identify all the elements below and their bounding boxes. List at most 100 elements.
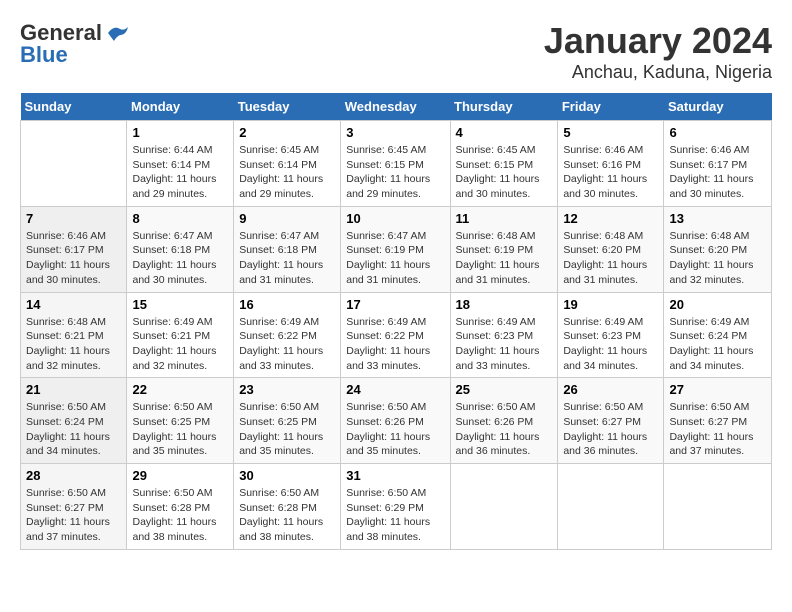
day-number: 27 bbox=[669, 382, 766, 397]
day-number: 14 bbox=[26, 297, 121, 312]
day-detail: Sunrise: 6:48 AM Sunset: 6:20 PM Dayligh… bbox=[669, 229, 766, 288]
weekday-header-wednesday: Wednesday bbox=[341, 93, 450, 121]
calendar-cell: 19 Sunrise: 6:49 AM Sunset: 6:23 PM Dayli… bbox=[558, 292, 664, 378]
day-detail: Sunrise: 6:50 AM Sunset: 6:26 PM Dayligh… bbox=[456, 400, 553, 459]
day-number: 3 bbox=[346, 125, 444, 140]
weekday-header-tuesday: Tuesday bbox=[234, 93, 341, 121]
calendar-cell: 7Sunrise: 6:46 AM Sunset: 6:17 PM Daylig… bbox=[21, 206, 127, 292]
day-detail: Sunrise: 6:47 AM Sunset: 6:18 PM Dayligh… bbox=[132, 229, 228, 288]
day-detail: Sunrise: 6:44 AM Sunset: 6:14 PM Dayligh… bbox=[132, 143, 228, 202]
calendar-cell bbox=[558, 464, 664, 550]
day-number: 29 bbox=[132, 468, 228, 483]
day-detail: Sunrise: 6:45 AM Sunset: 6:15 PM Dayligh… bbox=[346, 143, 444, 202]
calendar-cell bbox=[664, 464, 772, 550]
day-detail: Sunrise: 6:48 AM Sunset: 6:19 PM Dayligh… bbox=[456, 229, 553, 288]
day-number: 20 bbox=[669, 297, 766, 312]
calendar-week-row: 7Sunrise: 6:46 AM Sunset: 6:17 PM Daylig… bbox=[21, 206, 772, 292]
calendar-cell: 16 Sunrise: 6:49 AM Sunset: 6:22 PM Dayli… bbox=[234, 292, 341, 378]
day-detail: Sunrise: 6:49 AM Sunset: 6:22 PM Dayligh… bbox=[346, 315, 444, 374]
day-number: 15 bbox=[132, 297, 228, 312]
day-detail: Sunrise: 6:45 AM Sunset: 6:14 PM Dayligh… bbox=[239, 143, 335, 202]
calendar-week-row: 14Sunrise: 6:48 AM Sunset: 6:21 PM Dayli… bbox=[21, 292, 772, 378]
weekday-header-saturday: Saturday bbox=[664, 93, 772, 121]
calendar-cell: 8 Sunrise: 6:47 AM Sunset: 6:18 PM Daylig… bbox=[127, 206, 234, 292]
day-number: 13 bbox=[669, 211, 766, 226]
day-number: 7 bbox=[26, 211, 121, 226]
calendar-cell: 29 Sunrise: 6:50 AM Sunset: 6:28 PM Dayli… bbox=[127, 464, 234, 550]
page-header: General Blue January 2024 Anchau, Kaduna… bbox=[20, 20, 772, 83]
calendar-cell: 26Sunrise: 6:50 AM Sunset: 6:27 PM Dayli… bbox=[558, 378, 664, 464]
title-block: January 2024 Anchau, Kaduna, Nigeria bbox=[544, 20, 772, 83]
calendar-cell: 23 Sunrise: 6:50 AM Sunset: 6:25 PM Dayli… bbox=[234, 378, 341, 464]
day-number: 30 bbox=[239, 468, 335, 483]
calendar-cell: 28 Sunrise: 6:50 AM Sunset: 6:27 PM Dayli… bbox=[21, 464, 127, 550]
calendar-cell: 9 Sunrise: 6:47 AM Sunset: 6:18 PM Daylig… bbox=[234, 206, 341, 292]
weekday-header-friday: Friday bbox=[558, 93, 664, 121]
day-detail: Sunrise: 6:46 AM Sunset: 6:17 PM Dayligh… bbox=[669, 143, 766, 202]
calendar-cell: 14Sunrise: 6:48 AM Sunset: 6:21 PM Dayli… bbox=[21, 292, 127, 378]
calendar-cell: 22 Sunrise: 6:50 AM Sunset: 6:25 PM Dayli… bbox=[127, 378, 234, 464]
calendar-week-row: 1 Sunrise: 6:44 AM Sunset: 6:14 PM Daylig… bbox=[21, 121, 772, 207]
calendar-cell: 3 Sunrise: 6:45 AM Sunset: 6:15 PM Daylig… bbox=[341, 121, 450, 207]
day-number: 19 bbox=[563, 297, 658, 312]
day-detail: Sunrise: 6:46 AM Sunset: 6:16 PM Dayligh… bbox=[563, 143, 658, 202]
day-detail: Sunrise: 6:50 AM Sunset: 6:28 PM Dayligh… bbox=[239, 486, 335, 545]
day-number: 4 bbox=[456, 125, 553, 140]
day-number: 22 bbox=[132, 382, 228, 397]
calendar-cell: 20Sunrise: 6:49 AM Sunset: 6:24 PM Dayli… bbox=[664, 292, 772, 378]
page-subtitle: Anchau, Kaduna, Nigeria bbox=[544, 62, 772, 83]
calendar-cell: 27 Sunrise: 6:50 AM Sunset: 6:27 PM Dayli… bbox=[664, 378, 772, 464]
day-detail: Sunrise: 6:50 AM Sunset: 6:25 PM Dayligh… bbox=[132, 400, 228, 459]
day-number: 1 bbox=[132, 125, 228, 140]
day-detail: Sunrise: 6:45 AM Sunset: 6:15 PM Dayligh… bbox=[456, 143, 553, 202]
day-detail: Sunrise: 6:50 AM Sunset: 6:29 PM Dayligh… bbox=[346, 486, 444, 545]
calendar-week-row: 28 Sunrise: 6:50 AM Sunset: 6:27 PM Dayli… bbox=[21, 464, 772, 550]
day-number: 25 bbox=[456, 382, 553, 397]
weekday-header-sunday: Sunday bbox=[21, 93, 127, 121]
day-detail: Sunrise: 6:50 AM Sunset: 6:27 PM Dayligh… bbox=[669, 400, 766, 459]
calendar-cell: 1 Sunrise: 6:44 AM Sunset: 6:14 PM Daylig… bbox=[127, 121, 234, 207]
calendar-cell: 5Sunrise: 6:46 AM Sunset: 6:16 PM Daylig… bbox=[558, 121, 664, 207]
day-number: 6 bbox=[669, 125, 766, 140]
calendar-cell: 15 Sunrise: 6:49 AM Sunset: 6:21 PM Dayli… bbox=[127, 292, 234, 378]
calendar-week-row: 21Sunrise: 6:50 AM Sunset: 6:24 PM Dayli… bbox=[21, 378, 772, 464]
day-detail: Sunrise: 6:50 AM Sunset: 6:25 PM Dayligh… bbox=[239, 400, 335, 459]
calendar-cell: 11 Sunrise: 6:48 AM Sunset: 6:19 PM Dayli… bbox=[450, 206, 558, 292]
day-detail: Sunrise: 6:49 AM Sunset: 6:23 PM Dayligh… bbox=[563, 315, 658, 374]
day-detail: Sunrise: 6:50 AM Sunset: 6:28 PM Dayligh… bbox=[132, 486, 228, 545]
logo-blue-text: Blue bbox=[20, 42, 68, 68]
day-number: 9 bbox=[239, 211, 335, 226]
calendar-cell bbox=[450, 464, 558, 550]
page-title: January 2024 bbox=[544, 20, 772, 62]
calendar-cell: 24Sunrise: 6:50 AM Sunset: 6:26 PM Dayli… bbox=[341, 378, 450, 464]
day-detail: Sunrise: 6:47 AM Sunset: 6:18 PM Dayligh… bbox=[239, 229, 335, 288]
logo-bird-icon bbox=[106, 23, 128, 43]
calendar-cell: 2 Sunrise: 6:45 AM Sunset: 6:14 PM Daylig… bbox=[234, 121, 341, 207]
day-number: 16 bbox=[239, 297, 335, 312]
calendar-table: SundayMondayTuesdayWednesdayThursdayFrid… bbox=[20, 93, 772, 550]
weekday-header-monday: Monday bbox=[127, 93, 234, 121]
logo: General Blue bbox=[20, 20, 128, 68]
day-detail: Sunrise: 6:50 AM Sunset: 6:27 PM Dayligh… bbox=[26, 486, 121, 545]
calendar-cell: 30 Sunrise: 6:50 AM Sunset: 6:28 PM Dayli… bbox=[234, 464, 341, 550]
calendar-cell: 31 Sunrise: 6:50 AM Sunset: 6:29 PM Dayli… bbox=[341, 464, 450, 550]
day-number: 28 bbox=[26, 468, 121, 483]
day-detail: Sunrise: 6:49 AM Sunset: 6:21 PM Dayligh… bbox=[132, 315, 228, 374]
day-number: 31 bbox=[346, 468, 444, 483]
calendar-cell: 18 Sunrise: 6:49 AM Sunset: 6:23 PM Dayli… bbox=[450, 292, 558, 378]
day-detail: Sunrise: 6:49 AM Sunset: 6:23 PM Dayligh… bbox=[456, 315, 553, 374]
day-detail: Sunrise: 6:49 AM Sunset: 6:22 PM Dayligh… bbox=[239, 315, 335, 374]
day-detail: Sunrise: 6:47 AM Sunset: 6:19 PM Dayligh… bbox=[346, 229, 444, 288]
day-number: 11 bbox=[456, 211, 553, 226]
calendar-cell: 12Sunrise: 6:48 AM Sunset: 6:20 PM Dayli… bbox=[558, 206, 664, 292]
day-number: 8 bbox=[132, 211, 228, 226]
calendar-cell bbox=[21, 121, 127, 207]
day-number: 23 bbox=[239, 382, 335, 397]
calendar-cell: 10Sunrise: 6:47 AM Sunset: 6:19 PM Dayli… bbox=[341, 206, 450, 292]
weekday-header-row: SundayMondayTuesdayWednesdayThursdayFrid… bbox=[21, 93, 772, 121]
day-detail: Sunrise: 6:50 AM Sunset: 6:27 PM Dayligh… bbox=[563, 400, 658, 459]
day-number: 18 bbox=[456, 297, 553, 312]
day-number: 2 bbox=[239, 125, 335, 140]
day-detail: Sunrise: 6:50 AM Sunset: 6:26 PM Dayligh… bbox=[346, 400, 444, 459]
calendar-cell: 6 Sunrise: 6:46 AM Sunset: 6:17 PM Daylig… bbox=[664, 121, 772, 207]
